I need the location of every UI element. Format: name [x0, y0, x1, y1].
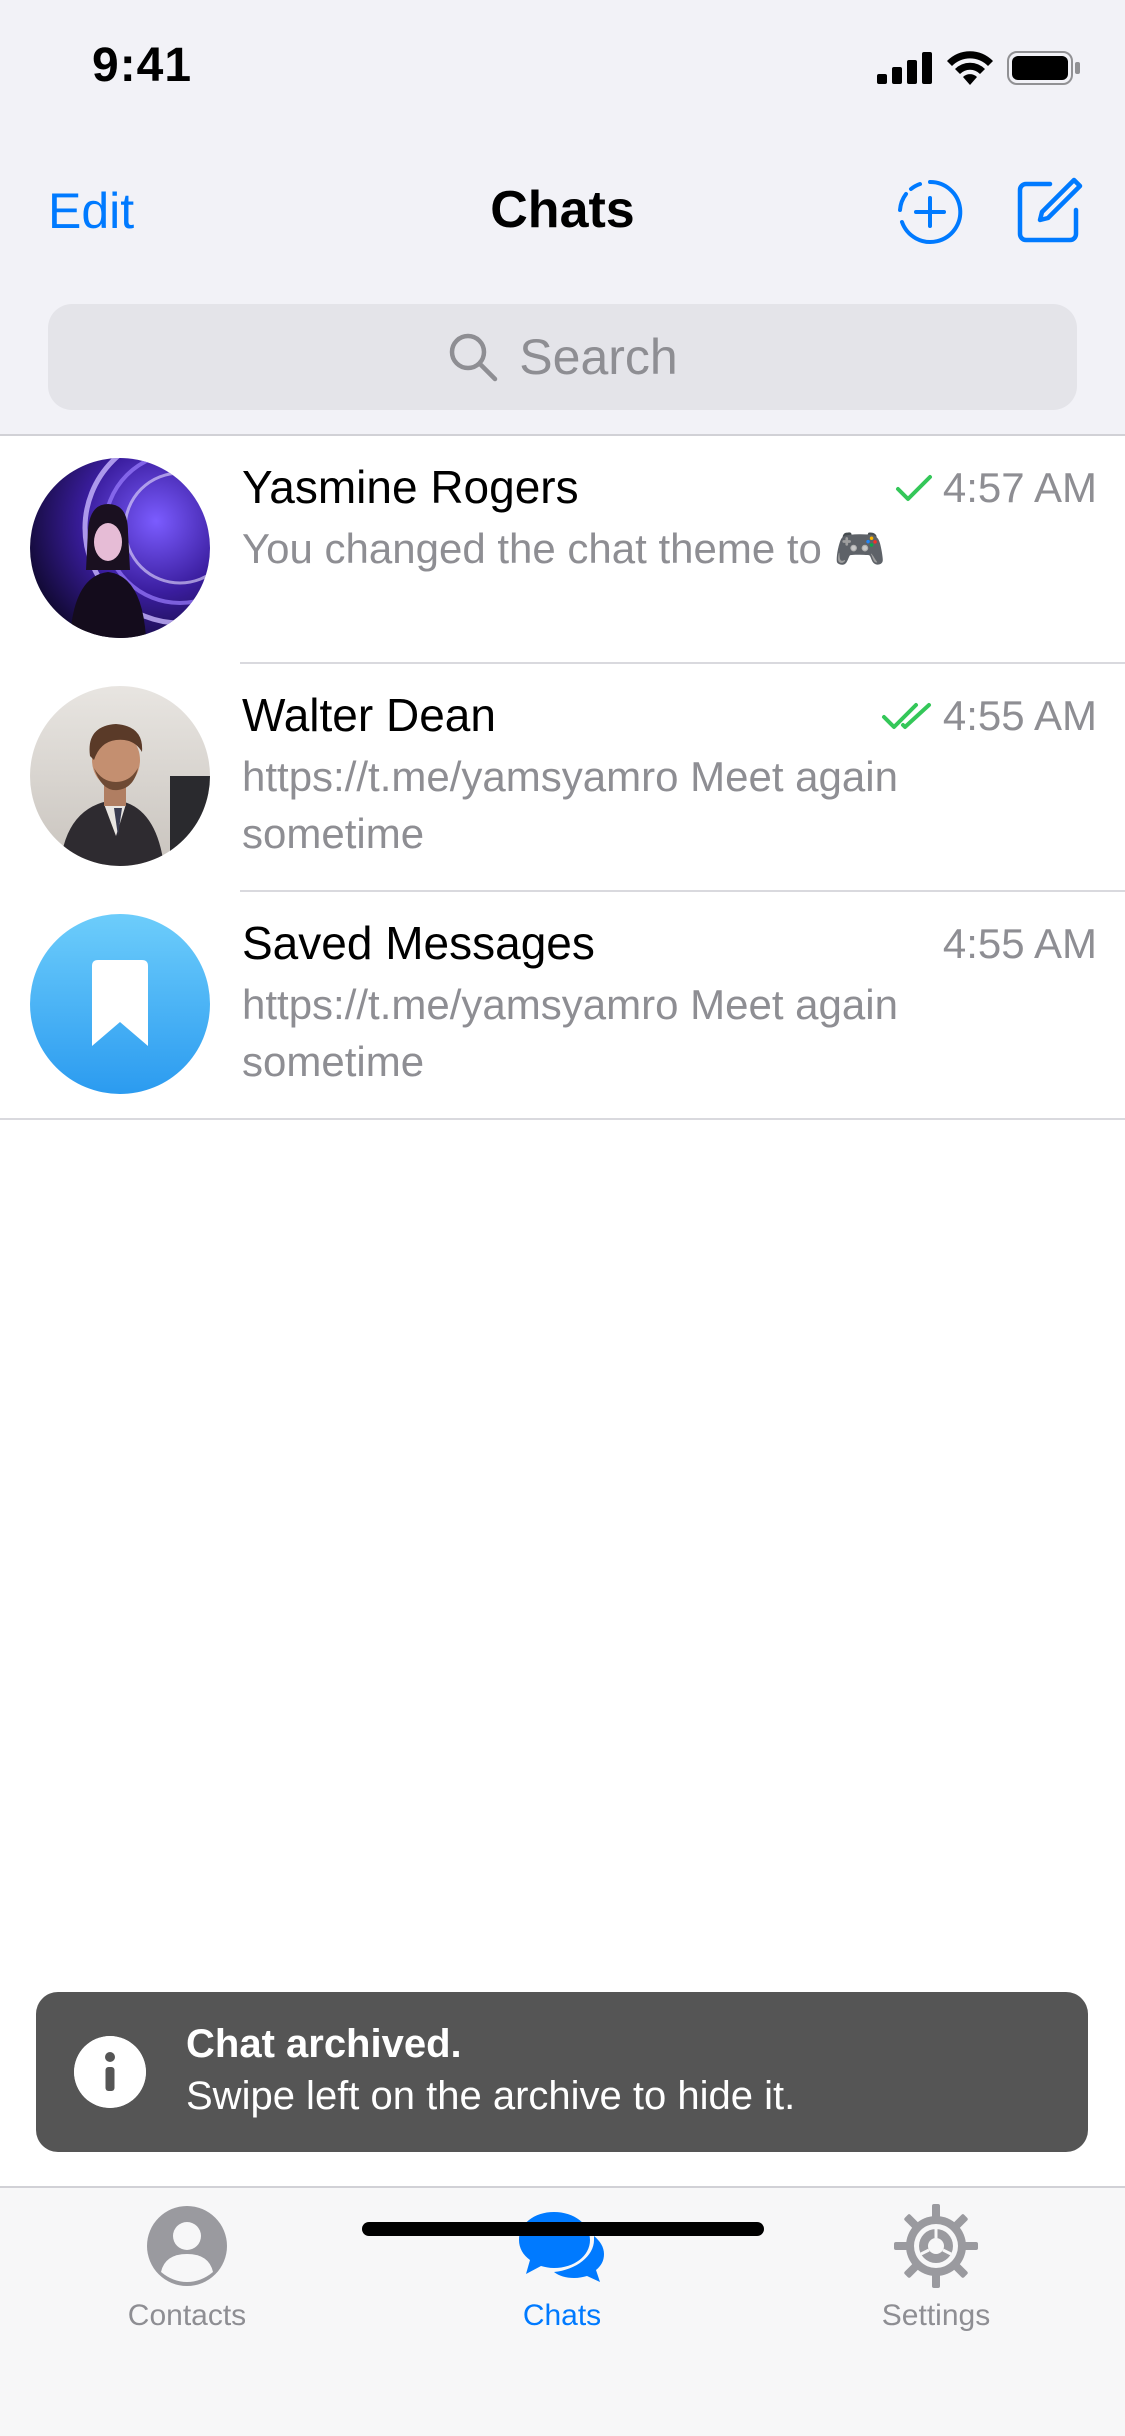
compose-icon[interactable]: [1012, 176, 1084, 248]
chat-bubbles-icon: [519, 2212, 604, 2282]
avatar: [30, 686, 210, 866]
cellular-signal-icon: [877, 52, 932, 84]
tab-label: Chats: [522, 2299, 602, 2332]
chat-preview: You changed the chat theme to 🎮: [242, 525, 886, 572]
chat-preview: https://t.me/yamsyamro Meet again someti…: [242, 981, 898, 1085]
tab-bar: Contacts Chats Settings: [0, 2186, 1125, 2436]
chat-preview: https://t.me/yamsyamro Meet again someti…: [242, 753, 898, 857]
tab-label: Contacts: [127, 2299, 247, 2332]
chat-row-saved-messages[interactable]: Saved Messages 4:55 AM https://t.me/yams…: [0, 892, 1125, 1120]
info-icon: [74, 2036, 146, 2108]
chat-meta: 4:55 AM: [881, 692, 1097, 740]
search-icon: [450, 333, 498, 382]
read-double-check-icon: [881, 703, 931, 729]
status-time: 9:41: [92, 39, 193, 92]
avatar: [30, 458, 210, 638]
sent-check-icon: [895, 475, 932, 501]
search-input[interactable]: Search: [48, 304, 1077, 410]
tab-settings[interactable]: Settings: [786, 2202, 1086, 2352]
avatar: [30, 914, 210, 1094]
list-bottom-divider: [0, 1118, 1125, 1120]
chat-time: 4:55 AM: [942, 920, 1097, 967]
status-icons: [877, 48, 1081, 88]
archive-toast[interactable]: Chat archived. Swipe left on the archive…: [36, 1992, 1088, 2152]
chat-meta: 4:57 AM: [895, 464, 1097, 512]
chat-time: 4:57 AM: [942, 464, 1097, 511]
chat-time: 4:55 AM: [942, 692, 1097, 739]
search-placeholder: Search: [519, 329, 678, 385]
home-indicator: [362, 2222, 764, 2236]
status-bar: 9:41: [0, 0, 1125, 132]
chat-name: Saved Messages: [242, 917, 595, 969]
header-area: 9:41 Edit Chats Search: [0, 0, 1125, 436]
tab-label: Settings: [881, 2299, 991, 2332]
wifi-icon: [947, 51, 993, 85]
tab-contacts[interactable]: Contacts: [37, 2202, 337, 2352]
chat-name: Yasmine Rogers: [242, 461, 579, 513]
toast-title: Chat archived.: [186, 2022, 462, 2066]
toast-message: Swipe left on the archive to hide it.: [186, 2074, 796, 2118]
chat-row-walter-dean[interactable]: Walter Dean 4:55 AM https://t.me/yamsyam…: [0, 664, 1125, 892]
chat-name: Walter Dean: [242, 689, 496, 741]
navigation-bar: Edit Chats: [0, 160, 1125, 260]
person-circle-icon: [147, 2206, 227, 2286]
chat-meta: 4:55 AM: [943, 920, 1097, 968]
chat-row-yasmine-rogers[interactable]: Yasmine Rogers 4:57 AM You changed the c…: [0, 436, 1125, 664]
battery-icon: [1007, 51, 1080, 85]
add-story-icon[interactable]: [896, 178, 964, 246]
gear-icon: [894, 2204, 978, 2288]
